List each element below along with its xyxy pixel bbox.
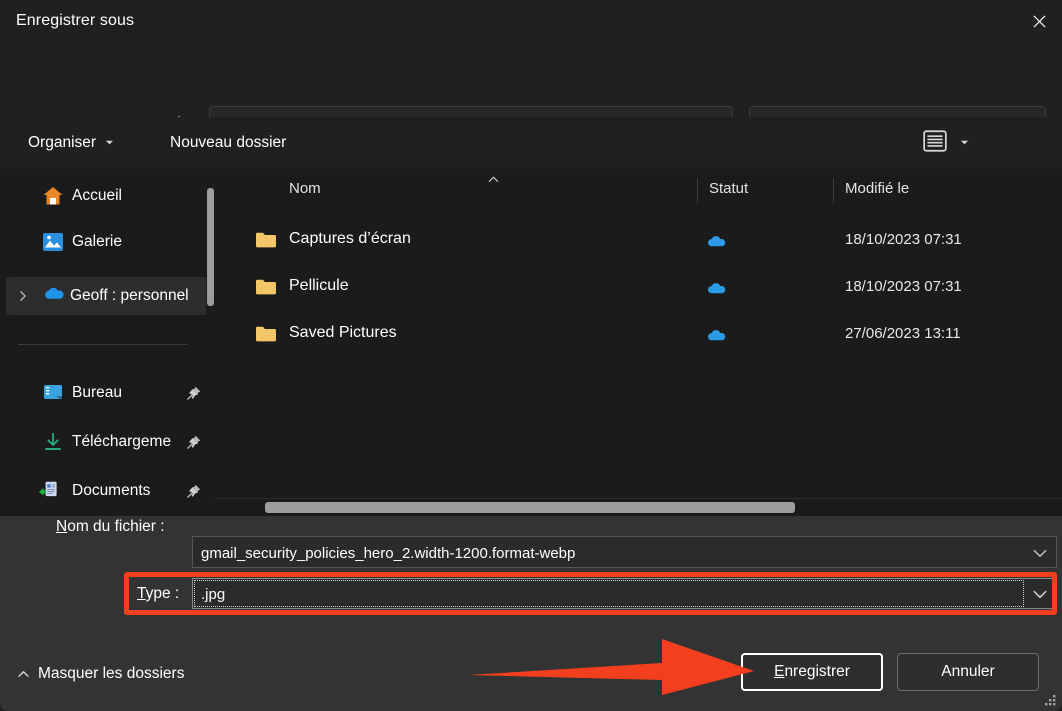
cancel-button[interactable]: Annuler [897,653,1039,691]
sidebar-scrollbar-thumb[interactable] [207,188,214,306]
downloads-icon [42,431,64,453]
navigation-bar: › Geoff : personnel › Images [0,47,1062,151]
type-label-accesskey: T [137,585,146,602]
table-row[interactable]: Saved Pictures 27/06/2023 13:11 [214,311,1062,358]
folder-icon [255,325,277,343]
file-type-input[interactable] [201,584,961,605]
new-folder-label: Nouveau dossier [170,134,287,151]
filename-combobox[interactable] [192,536,1057,568]
window-title: Enregistrer sous [16,12,135,29]
documents-icon [38,480,60,502]
home-icon [42,185,64,207]
desktop-icon [42,382,64,404]
pin-icon[interactable] [186,434,202,450]
save-button[interactable]: Enregistrer [741,653,883,691]
view-options-caret-button[interactable] [956,136,972,150]
save-label-rest: nregistrer [784,663,850,680]
sidebar-item-documents[interactable]: Documents [12,472,208,510]
horizontal-scrollbar-thumb[interactable] [265,502,795,513]
column-header-statut[interactable]: Statut [709,180,748,197]
sidebar-item-galerie[interactable]: Galerie [12,223,208,261]
pin-icon[interactable] [186,483,202,499]
type-label: Type : [137,585,179,603]
caret-up-icon [486,173,500,185]
sidebar-item-bureau[interactable]: Bureau [12,374,208,412]
save-as-dialog: Enregistrer sous Rechercher dans: Image… [0,0,1062,711]
table-row[interactable]: Pellicule 18/10/2023 07:31 [214,264,1062,311]
sidebar-item-label: Accueil [72,187,122,204]
filename-input[interactable] [201,542,1001,564]
cloud-icon [706,234,726,248]
filename-label-accesskey: N [56,518,68,535]
sidebar-item-label: Galerie [72,233,122,250]
hide-folders-button[interactable]: Masquer les dossiers [14,660,184,688]
cancel-button-label: Annuler [941,663,995,680]
close-button[interactable] [1016,0,1062,47]
column-divider[interactable] [833,178,834,203]
file-name: Captures d’écran [289,230,411,247]
filename-label-text: om du fichier : [67,518,165,535]
gallery-icon [42,231,64,253]
hide-folders-label: Masquer les dossiers [38,665,185,682]
save-accesskey: E [774,663,785,680]
sidebar-item-label: Téléchargeme [72,433,172,450]
column-header-modifie[interactable]: Modifié le [845,180,909,197]
column-divider[interactable] [697,178,698,203]
chevron-down-icon[interactable] [1032,587,1048,601]
filename-label: Nom du fichier : [56,518,165,536]
chevron-right-icon[interactable] [14,287,32,305]
navigation-sidebar[interactable]: Accueil Galerie Geoff : personnel Bureau [0,169,214,516]
sidebar-divider [18,344,188,345]
pin-icon[interactable] [186,385,202,401]
sidebar-item-geoff-personnel[interactable]: Geoff : personnel [6,277,208,315]
new-folder-button[interactable]: Nouveau dossier [160,126,296,160]
view-options-button[interactable] [920,129,950,157]
sidebar-item-accueil[interactable]: Accueil [12,177,208,215]
title-bar: Enregistrer sous [0,0,1062,47]
sidebar-item-telechargements[interactable]: Téléchargeme [12,423,208,461]
chevron-up-icon [14,665,32,683]
sidebar-item-label: Documents [72,482,151,499]
cloud-icon [706,328,726,342]
close-icon [1032,14,1047,34]
file-type-combobox[interactable] [192,578,1057,609]
folder-icon [255,278,277,296]
caret-down-icon [960,134,969,152]
organize-label: Organiser [28,134,97,151]
onedrive-icon [42,285,64,307]
table-row[interactable]: Captures d’écran 18/10/2023 07:31 [214,217,1062,264]
folder-icon [255,231,277,249]
list-view-icon [922,129,948,158]
cloud-icon [706,281,726,295]
command-bar: Organiser Nouveau dossier ? [0,117,1062,274]
chevron-down-icon[interactable] [1032,546,1048,560]
sidebar-item-label: Geoff : personnel [70,287,189,304]
column-header-row: Nom Statut Modifié le [214,169,1062,211]
save-button-label: Enregistrer [774,663,850,681]
file-modified-date: 18/10/2023 07:31 [845,278,962,295]
organize-button[interactable]: Organiser [18,126,124,160]
file-modified-date: 18/10/2023 07:31 [845,231,962,248]
column-header-nom[interactable]: Nom [289,180,321,197]
caret-down-icon [105,134,114,152]
file-name: Saved Pictures [289,324,397,341]
file-list-pane: Nom Statut Modifié le Captures d’écran 1… [214,169,1062,516]
sidebar-item-label: Bureau [72,384,122,401]
type-label-text: ype : [145,585,180,602]
file-modified-date: 27/06/2023 13:11 [845,325,961,342]
resize-grip[interactable] [1043,693,1057,707]
file-name: Pellicule [289,277,349,294]
